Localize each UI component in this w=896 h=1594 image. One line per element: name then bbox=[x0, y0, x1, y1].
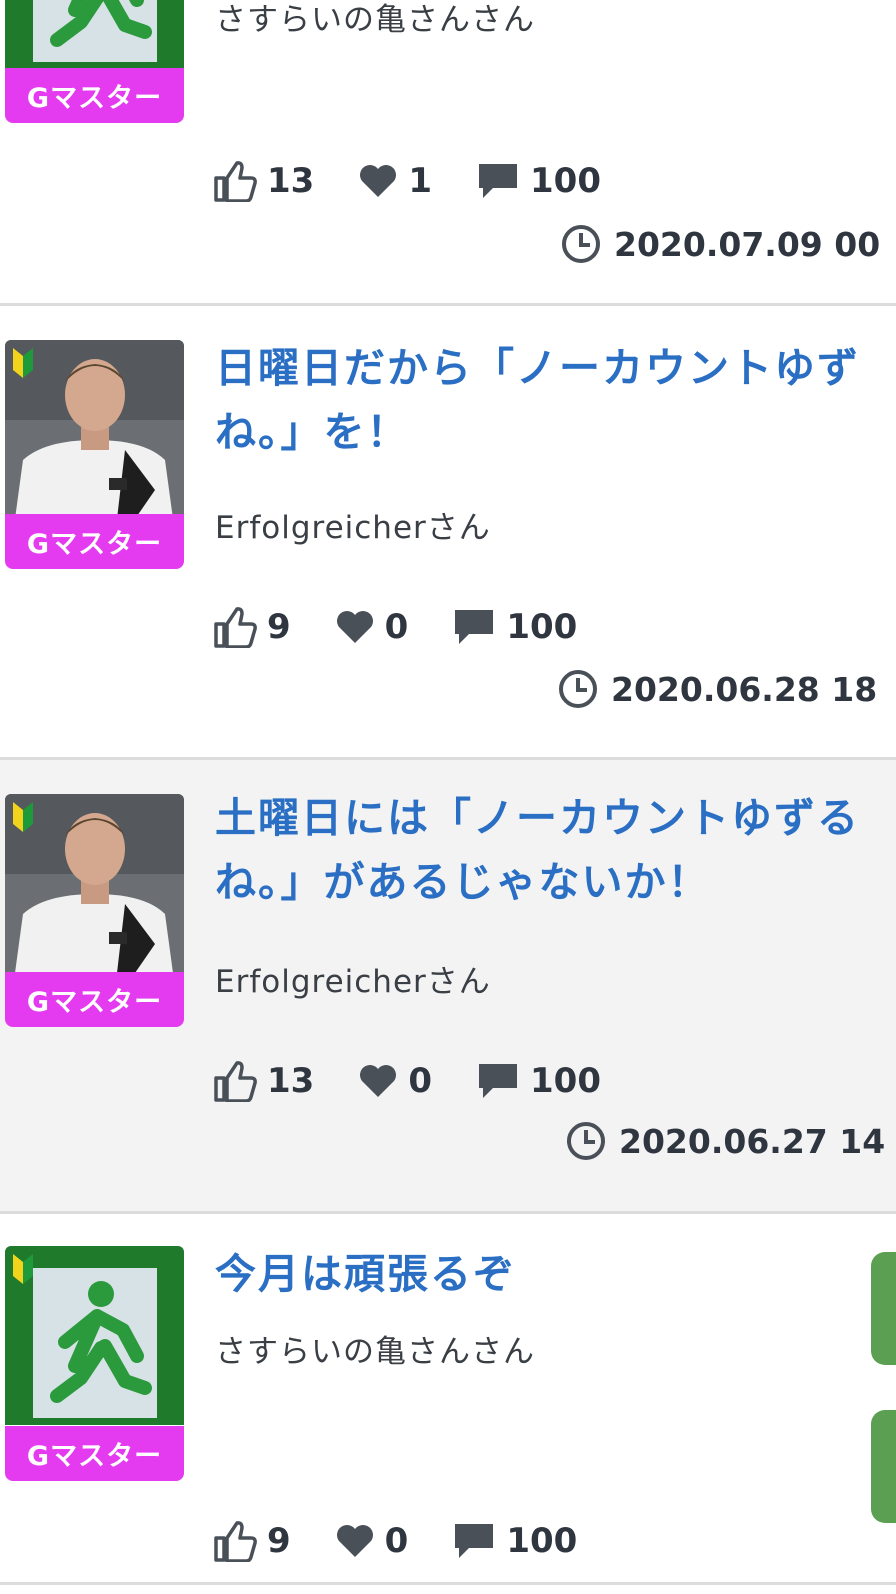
thumbs-up-icon bbox=[214, 1521, 257, 1562]
favorite-count: 0 bbox=[408, 1061, 432, 1101]
comment-icon bbox=[455, 610, 494, 644]
thread-stats: 13 1 100 bbox=[213, 160, 645, 202]
like-count: 9 bbox=[267, 607, 291, 647]
heart-icon bbox=[360, 1065, 397, 1097]
comment-count: 100 bbox=[506, 1521, 578, 1561]
comment-icon bbox=[479, 164, 517, 198]
beginner-mark-icon bbox=[13, 1254, 33, 1284]
thumbs-up-icon bbox=[214, 607, 257, 648]
favorite-count: 1 bbox=[408, 161, 432, 201]
comment-count: 100 bbox=[530, 161, 601, 201]
thread-stats: 9 0 100 bbox=[213, 606, 621, 648]
favorite-stat[interactable]: 0 bbox=[335, 1521, 409, 1561]
thread-stats: 13 0 100 bbox=[213, 1060, 645, 1102]
comment-stat[interactable]: 100 bbox=[452, 607, 577, 647]
clock-icon bbox=[559, 670, 597, 708]
like-count: 13 bbox=[267, 161, 315, 201]
thread-date: 2020.06.28 18 bbox=[557, 668, 877, 710]
thread-stats: 9 0 100 bbox=[213, 1520, 621, 1562]
exit-sign-avatar[interactable] bbox=[5, 1246, 184, 1425]
beginner-mark-icon bbox=[13, 348, 33, 378]
clock-icon bbox=[562, 225, 600, 263]
thread-date: 2020.06.27 14 bbox=[565, 1120, 885, 1162]
like-stat[interactable]: 13 bbox=[213, 1060, 314, 1102]
comment-icon bbox=[455, 1524, 494, 1558]
comment-count: 100 bbox=[530, 1061, 601, 1101]
person-avatar[interactable] bbox=[5, 794, 184, 973]
like-count: 9 bbox=[267, 1521, 291, 1561]
clock-icon bbox=[567, 1122, 605, 1160]
like-stat[interactable]: 9 bbox=[213, 606, 291, 648]
thread-author[interactable]: さすらいの亀さんさん bbox=[215, 1326, 535, 1371]
comment-stat[interactable]: 100 bbox=[476, 161, 601, 201]
rank-badge: Gマスター bbox=[5, 68, 184, 123]
comment-icon bbox=[479, 1064, 517, 1098]
date-text: 2020.06.27 14 bbox=[619, 1121, 886, 1161]
favorite-count: 0 bbox=[384, 607, 409, 647]
comment-count: 100 bbox=[506, 607, 578, 647]
rank-badge: Gマスター bbox=[5, 514, 184, 569]
thread-item[interactable]: Gマスター 日曜日だから「ノーカウントゆず ね。」を！ Erfolgreiche… bbox=[0, 306, 896, 760]
thread-author[interactable]: Erfolgreicherさん bbox=[215, 956, 491, 1001]
divider bbox=[0, 1582, 896, 1585]
comment-stat[interactable]: 100 bbox=[452, 1521, 577, 1561]
side-tab[interactable] bbox=[871, 1410, 896, 1523]
thread-author[interactable]: Erfolgreicherさん bbox=[215, 502, 491, 547]
favorite-stat[interactable]: 0 bbox=[358, 1061, 432, 1101]
favorite-stat[interactable]: 0 bbox=[335, 607, 409, 647]
thread-title[interactable]: 日曜日だから「ノーカウントゆず ね。」を！ bbox=[215, 336, 896, 464]
like-stat[interactable]: 9 bbox=[213, 1520, 291, 1562]
thread-title[interactable]: 今月は頑張るぞ bbox=[215, 1242, 896, 1306]
like-count: 13 bbox=[267, 1061, 315, 1101]
heart-icon bbox=[336, 611, 373, 643]
thumbs-up-icon bbox=[214, 161, 257, 202]
comment-stat[interactable]: 100 bbox=[476, 1061, 601, 1101]
heart-icon bbox=[336, 1525, 373, 1557]
exit-sign-avatar[interactable] bbox=[5, 0, 184, 69]
rank-badge: Gマスター bbox=[5, 1426, 184, 1481]
thread-title[interactable]: 土曜日には「ノーカウントゆずる ね。」があるじゃないか！ bbox=[215, 786, 896, 914]
thread-author[interactable]: さすらいの亀さんさん bbox=[215, 0, 535, 39]
thread-item[interactable]: Gマスター さすらいの亀さんさん 13 1 100 2020.07.09 00 bbox=[0, 0, 896, 306]
person-avatar[interactable] bbox=[5, 340, 184, 519]
thread-item[interactable]: Gマスター 今月は頑張るぞ さすらいの亀さんさん 9 0 100 bbox=[0, 1214, 896, 1594]
favorite-count: 0 bbox=[384, 1521, 409, 1561]
favorite-stat[interactable]: 1 bbox=[358, 161, 432, 201]
like-stat[interactable]: 13 bbox=[213, 160, 314, 202]
date-text: 2020.06.28 18 bbox=[611, 669, 878, 709]
beginner-mark-icon bbox=[13, 802, 33, 832]
date-text: 2020.07.09 00 bbox=[614, 224, 881, 264]
side-tab[interactable] bbox=[871, 1252, 896, 1365]
thumbs-up-icon bbox=[214, 1061, 257, 1102]
thread-date: 2020.07.09 00 bbox=[560, 223, 880, 265]
heart-icon bbox=[360, 165, 397, 197]
rank-badge: Gマスター bbox=[5, 972, 184, 1027]
thread-item[interactable]: Gマスター 土曜日には「ノーカウントゆずる ね。」があるじゃないか！ Erfol… bbox=[0, 760, 896, 1214]
